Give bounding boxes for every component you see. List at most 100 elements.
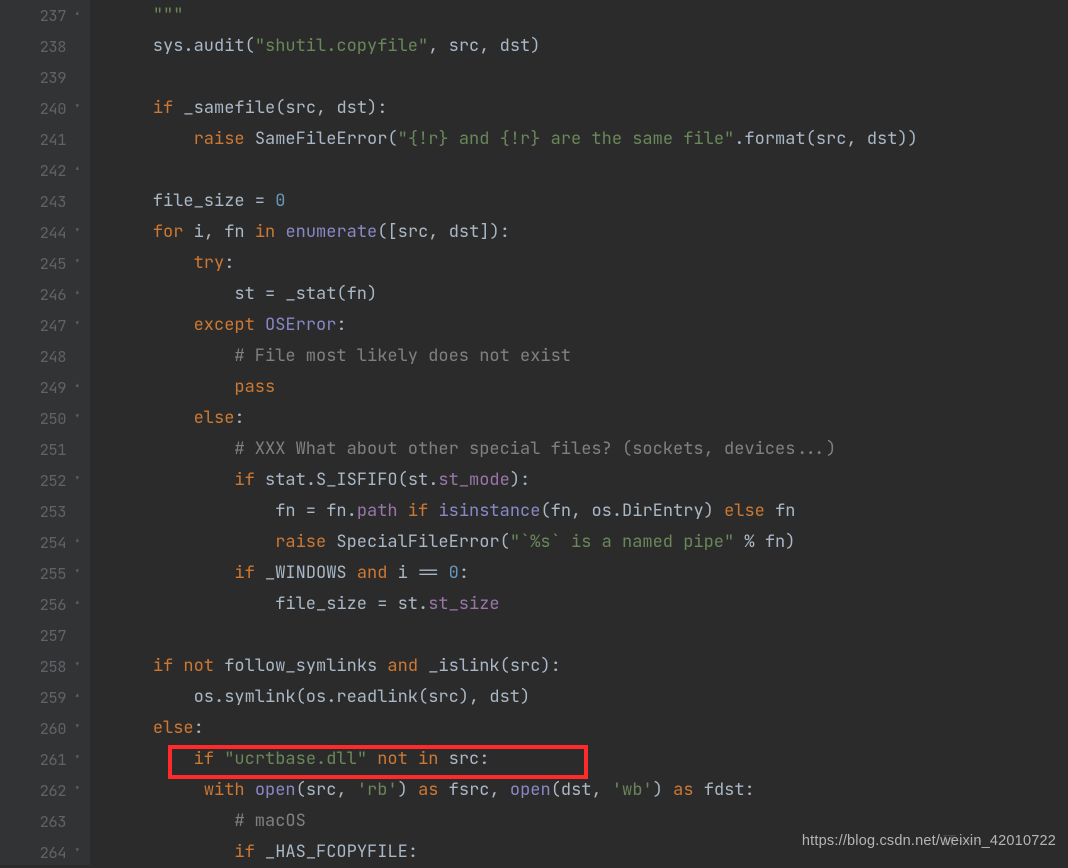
line-number: 259▴ bbox=[0, 682, 66, 713]
code-token: _islink(src): bbox=[428, 655, 561, 677]
code-token: fsrc bbox=[449, 779, 490, 801]
code-line[interactable]: raise SameFileError("{!r} and {!r} are t… bbox=[112, 124, 918, 155]
code-token: open bbox=[510, 779, 551, 801]
code-token bbox=[398, 500, 408, 522]
fold-expand-icon[interactable]: ▾ bbox=[70, 410, 84, 424]
code-line[interactable] bbox=[112, 155, 918, 186]
code-line[interactable] bbox=[112, 62, 918, 93]
code-line[interactable]: # macOS bbox=[112, 806, 918, 837]
code-area[interactable]: """ sys.audit("shutil.copyfile", src, ds… bbox=[90, 0, 918, 865]
code-line[interactable]: for i, fn in enumerate([src, dst]): bbox=[112, 217, 918, 248]
code-token: SameFileError( bbox=[255, 128, 398, 150]
code-line[interactable]: os.symlink(os.readlink(src), dst) bbox=[112, 682, 918, 713]
code-line[interactable]: if _WINDOWS and i == 0: bbox=[112, 558, 918, 589]
fold-expand-icon[interactable]: ▾ bbox=[70, 844, 84, 858]
code-token: for bbox=[153, 221, 194, 243]
code-line[interactable]: except OSError: bbox=[112, 310, 918, 341]
code-token: : bbox=[234, 407, 244, 429]
code-token: if bbox=[234, 469, 265, 491]
fold-collapse-icon[interactable]: ▴ bbox=[70, 7, 84, 21]
code-token bbox=[112, 97, 153, 119]
code-line[interactable]: if _samefile(src, dst): bbox=[112, 93, 918, 124]
fold-expand-icon[interactable]: ▾ bbox=[70, 658, 84, 672]
code-token bbox=[112, 4, 153, 26]
line-number: 243 bbox=[0, 186, 66, 217]
line-number-gutter: 237▴238239240▾241242▴243244▾245▾246▴247▾… bbox=[0, 0, 90, 865]
code-token: as bbox=[673, 779, 704, 801]
code-token bbox=[112, 531, 275, 553]
fold-collapse-icon[interactable]: ▴ bbox=[70, 379, 84, 393]
code-token: path bbox=[357, 500, 398, 522]
code-token bbox=[367, 748, 377, 770]
code-line[interactable]: file_size = 0 bbox=[112, 186, 918, 217]
code-line[interactable]: fn = fn.path if isinstance(fn, os.DirEnt… bbox=[112, 496, 918, 527]
code-token: st_mode bbox=[438, 469, 509, 491]
code-token: , bbox=[479, 35, 499, 57]
fold-expand-icon[interactable]: ▾ bbox=[70, 472, 84, 486]
code-line[interactable]: with open(src, 'rb') as fsrc, open(dst, … bbox=[112, 775, 918, 806]
fold-expand-icon[interactable]: ▾ bbox=[70, 720, 84, 734]
code-token: not in bbox=[377, 748, 448, 770]
code-token: audit bbox=[194, 35, 245, 57]
fold-expand-icon[interactable]: ▾ bbox=[70, 100, 84, 114]
code-token: os.DirEntry) bbox=[591, 500, 724, 522]
code-line[interactable]: # XXX What about other special files? (s… bbox=[112, 434, 918, 465]
line-number: 255▾ bbox=[0, 558, 66, 589]
fold-collapse-icon[interactable]: ▴ bbox=[70, 596, 84, 610]
code-line[interactable]: if stat.S_ISFIFO(st.st_mode): bbox=[112, 465, 918, 496]
fold-collapse-icon[interactable]: ▴ bbox=[70, 689, 84, 703]
code-line[interactable]: pass bbox=[112, 372, 918, 403]
fold-collapse-icon[interactable]: ▴ bbox=[70, 286, 84, 300]
code-token: fn = fn. bbox=[112, 500, 357, 522]
line-number: 246▴ bbox=[0, 279, 66, 310]
code-token: ( bbox=[551, 779, 561, 801]
line-number: 250▾ bbox=[0, 403, 66, 434]
code-line[interactable]: raise SpecialFileError("`%s` is a named … bbox=[112, 527, 918, 558]
code-line[interactable]: else: bbox=[112, 403, 918, 434]
code-token: "{!r} and {!r} are the same file" bbox=[398, 128, 735, 150]
code-token: "`%s` is a named pipe" bbox=[510, 531, 734, 553]
fold-collapse-icon[interactable]: ▴ bbox=[70, 162, 84, 176]
line-number: 248 bbox=[0, 341, 66, 372]
code-line[interactable]: try: bbox=[112, 248, 918, 279]
fold-expand-icon[interactable]: ▾ bbox=[70, 782, 84, 796]
code-line[interactable]: file_size = st.st_size bbox=[112, 589, 918, 620]
code-line[interactable]: """ bbox=[112, 0, 918, 31]
code-token: % fn) bbox=[734, 531, 795, 553]
code-line[interactable]: else: bbox=[112, 713, 918, 744]
code-token bbox=[112, 748, 194, 770]
code-token: "shutil.copyfile" bbox=[255, 35, 428, 57]
code-token: if bbox=[153, 97, 184, 119]
line-number: 254▴ bbox=[0, 527, 66, 558]
code-token: src: bbox=[449, 748, 490, 770]
code-editor[interactable]: 237▴238239240▾241242▴243244▾245▾246▴247▾… bbox=[0, 0, 1068, 865]
code-token: 'wb' bbox=[612, 779, 653, 801]
code-token: st = _stat(fn) bbox=[112, 283, 377, 305]
code-token: , bbox=[592, 779, 612, 801]
code-token: follow_symlinks bbox=[224, 655, 387, 677]
code-token: if bbox=[234, 562, 265, 584]
code-token: if bbox=[194, 748, 225, 770]
code-line[interactable]: if "ucrtbase.dll" not in src: bbox=[112, 744, 918, 775]
line-number: 252▾ bbox=[0, 465, 66, 496]
fold-expand-icon[interactable]: ▾ bbox=[70, 255, 84, 269]
code-token: ) bbox=[530, 35, 540, 57]
code-line[interactable]: if not follow_symlinks and _islink(src): bbox=[112, 651, 918, 682]
code-line[interactable]: st = _stat(fn) bbox=[112, 279, 918, 310]
fold-expand-icon[interactable]: ▾ bbox=[70, 224, 84, 238]
code-token: file_size = bbox=[112, 190, 275, 212]
code-token: _samefile(src bbox=[183, 97, 316, 119]
code-token: 'rb' bbox=[357, 779, 398, 801]
fold-expand-icon[interactable]: ▾ bbox=[70, 317, 84, 331]
code-token: , bbox=[428, 221, 448, 243]
fold-collapse-icon[interactable]: ▴ bbox=[70, 534, 84, 548]
code-line[interactable]: sys.audit("shutil.copyfile", src, dst) bbox=[112, 31, 918, 62]
code-line[interactable]: # File most likely does not exist bbox=[112, 341, 918, 372]
fold-expand-icon[interactable]: ▾ bbox=[70, 565, 84, 579]
code-line[interactable]: if _HAS_FCOPYFILE: bbox=[112, 837, 918, 868]
code-token: dst) bbox=[336, 97, 377, 119]
code-token: dst bbox=[561, 779, 592, 801]
code-token: """ bbox=[153, 4, 184, 26]
fold-expand-icon[interactable]: ▾ bbox=[70, 751, 84, 765]
code-line[interactable] bbox=[112, 620, 918, 651]
